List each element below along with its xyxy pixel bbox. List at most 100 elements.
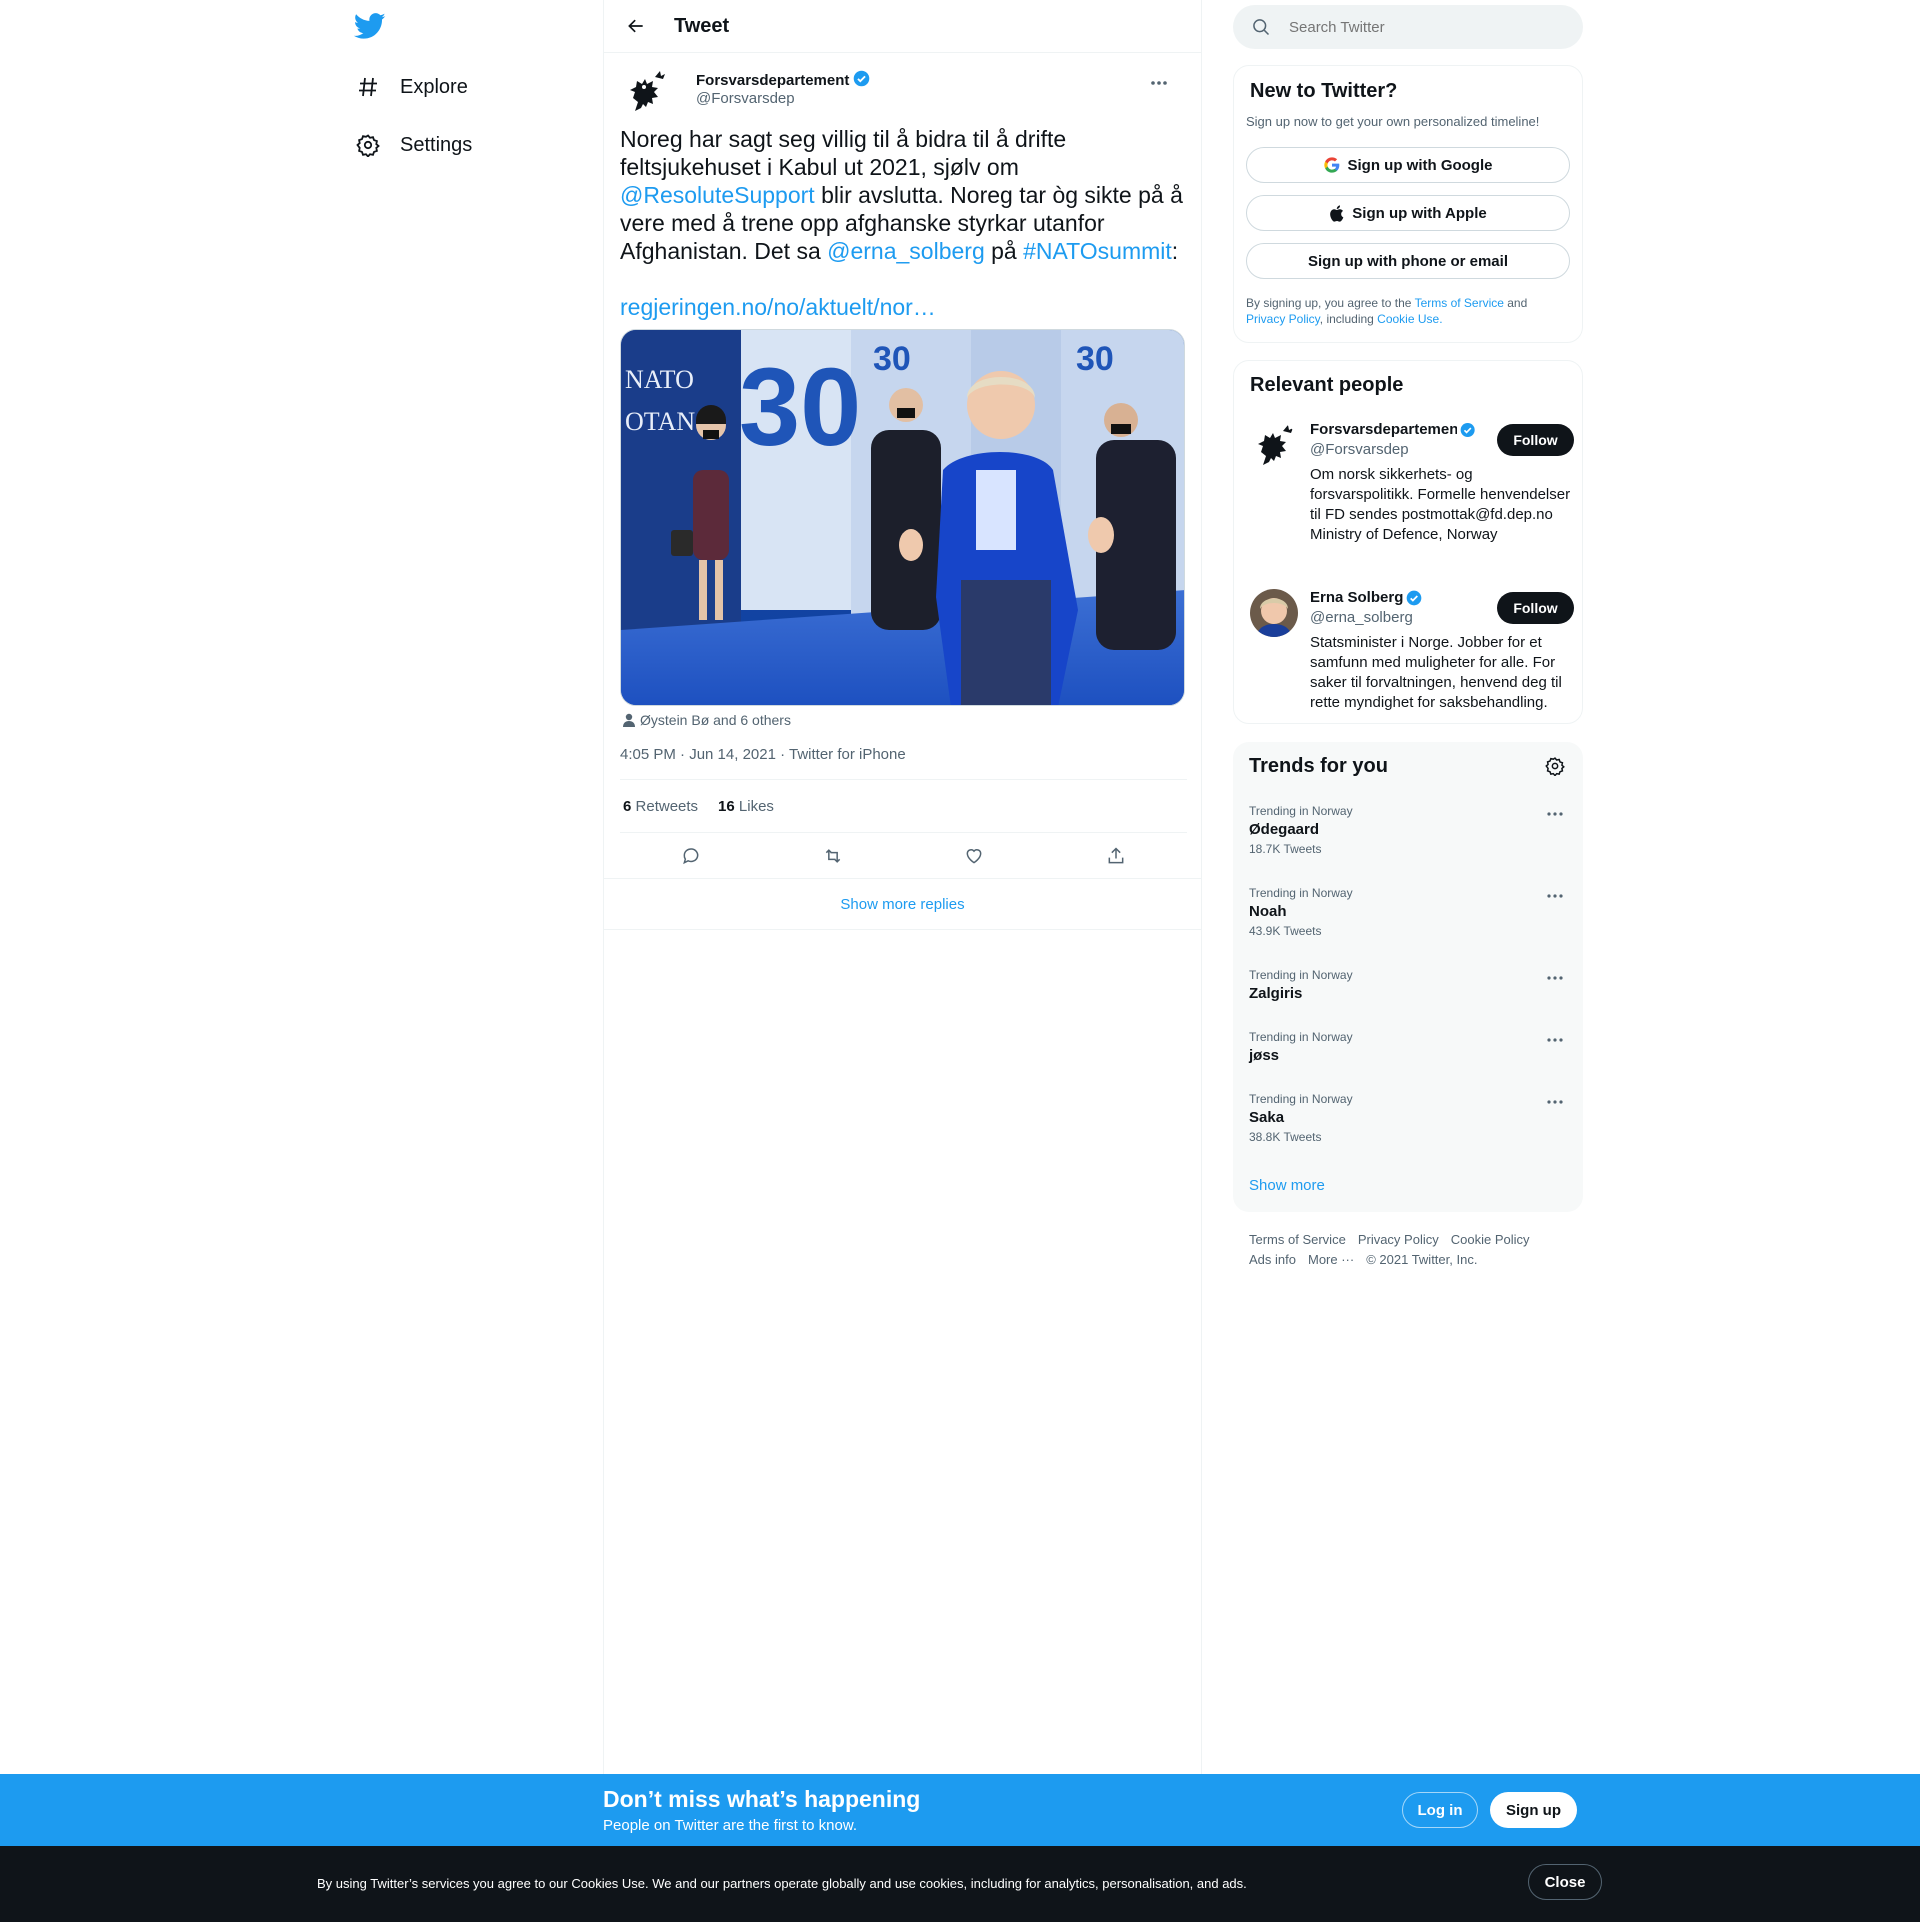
svg-text:30: 30 — [739, 346, 861, 469]
tweet-actions — [620, 832, 1187, 878]
verified-badge-icon — [853, 70, 870, 91]
trend-item[interactable]: Trending in Norway Saka 38.8K Tweets — [1249, 1092, 1567, 1144]
terms-link[interactable]: Terms of Service — [1415, 296, 1504, 310]
footer-privacy-link[interactable]: Privacy Policy — [1358, 1232, 1439, 1247]
person-icon — [623, 713, 635, 727]
main-column: Tweet Forsvarsdepartement @Forsvarsdep N… — [603, 0, 1202, 1774]
signup-phone-label: Sign up with phone or email — [1307, 252, 1508, 270]
mention-resolutesupport[interactable]: @ResoluteSupport — [620, 182, 815, 208]
more-options-icon[interactable] — [1147, 71, 1171, 95]
person-name-text: Forsvarsdepartement — [1310, 421, 1457, 438]
trend-item[interactable]: Trending in Norway Noah 43.9K Tweets — [1249, 886, 1567, 938]
follow-button[interactable]: Follow — [1497, 424, 1574, 456]
signup-phone-email-button[interactable]: Sign up with phone or email — [1246, 243, 1570, 279]
verified-badge-icon — [1460, 422, 1475, 437]
follow-button[interactable]: Follow — [1497, 592, 1574, 624]
trend-item[interactable]: Trending in Norway jøss — [1249, 1030, 1567, 1064]
retweets-count: 6 — [623, 797, 632, 815]
tweet-text-part: Noreg har sagt seg villig til å bidra ti… — [620, 126, 1067, 180]
trend-name: jøss — [1249, 1047, 1280, 1064]
signup-google-label: Sign up with Google — [1347, 156, 1493, 174]
more-options-icon[interactable] — [1543, 1092, 1567, 1112]
likes-count: 16 — [718, 797, 735, 815]
twitter-bird-icon[interactable] — [353, 10, 390, 46]
footer-cookie-link[interactable]: Cookie Policy — [1451, 1232, 1530, 1247]
gear-icon — [354, 131, 382, 159]
tweet-link-url[interactable]: regjeringen.no/no/aktuelt/nor… — [620, 293, 1190, 321]
signup-apple-label: Sign up with Apple — [1352, 204, 1487, 222]
banner-subtitle: People on Twitter are the first to know. — [603, 1817, 858, 1834]
tweet-header: Tweet — [604, 0, 1201, 53]
footer-links: Terms of Service Privacy Policy Cookie Pol… — [1249, 1230, 1579, 1270]
tagged-people[interactable]: Øystein Bø and 6 others — [620, 712, 1185, 728]
tweet-author-handle[interactable]: @Forsvarsdep — [696, 90, 795, 107]
login-button[interactable]: Log in — [1402, 1792, 1478, 1828]
nav-explore-label: Explore — [400, 75, 468, 98]
footer-terms-link[interactable]: Terms of Service — [1249, 1232, 1346, 1247]
nav-explore[interactable]: Explore — [354, 63, 468, 111]
cookie-close-button[interactable]: Close — [1528, 1864, 1602, 1900]
tweet-text-part: : — [1171, 238, 1179, 264]
footer-copyright: © 2021 Twitter, Inc. — [1366, 1252, 1478, 1267]
like-heart-icon[interactable] — [957, 839, 991, 873]
more-options-icon[interactable] — [1543, 1030, 1567, 1050]
apple-logo-icon — [1330, 204, 1344, 222]
new-to-twitter-subtitle: Sign up now to get your own personalized… — [1246, 114, 1540, 129]
privacy-link[interactable]: Privacy Policy — [1246, 312, 1320, 326]
google-logo-icon — [1323, 157, 1339, 173]
svg-text:OTAN: OTAN — [625, 407, 695, 436]
trend-name: Saka — [1249, 1109, 1285, 1126]
trends-title: Trends for you — [1249, 755, 1388, 777]
signup-apple-button[interactable]: Sign up with Apple — [1246, 195, 1570, 231]
tweet-photo[interactable]: NATO OTAN 30 30 30 — [620, 329, 1185, 706]
cookie-use-link[interactable]: Cookie Use — [1377, 312, 1439, 326]
gear-icon[interactable] — [1545, 756, 1567, 778]
retweets-stat[interactable]: 6 Retweets — [623, 798, 698, 815]
nav-settings-label: Settings — [400, 133, 473, 156]
lion-crest-avatar-icon[interactable] — [625, 67, 667, 115]
more-options-icon[interactable] — [1543, 804, 1567, 824]
trend-context: Trending in Norway — [1249, 886, 1353, 900]
trend-count: 38.8K Tweets — [1249, 1130, 1322, 1144]
more-options-icon[interactable] — [1543, 886, 1567, 906]
cookie-notice: By using Twitter’s services you agree to… — [0, 1846, 1920, 1922]
likes-stat[interactable]: 16 Likes — [718, 798, 774, 815]
lion-crest-avatar-icon[interactable] — [1250, 421, 1298, 469]
trends-show-more-link[interactable]: Show more — [1249, 1177, 1325, 1194]
svg-text:30: 30 — [873, 340, 911, 378]
erna-solberg-avatar[interactable] — [1250, 589, 1298, 637]
tweet-author-name[interactable]: Forsvarsdepartement — [696, 70, 870, 91]
person-handle[interactable]: @erna_solberg — [1310, 609, 1413, 626]
signup-google-button[interactable]: Sign up with Google — [1246, 147, 1570, 183]
signup-banner: Don’t miss what’s happening People on Tw… — [0, 1774, 1920, 1846]
reply-icon[interactable] — [674, 839, 708, 873]
page-title: Tweet — [674, 14, 730, 37]
signup-button[interactable]: Sign up — [1490, 1792, 1577, 1828]
person-name[interactable]: Erna Solberg — [1310, 589, 1422, 606]
search-icon — [1253, 19, 1270, 36]
hashtag-natosummit[interactable]: #NATOsummit — [1023, 238, 1172, 264]
search-input[interactable] — [1289, 18, 1549, 36]
footer-ads-link[interactable]: Ads info — [1249, 1252, 1296, 1267]
mention-erna-solberg[interactable]: @erna_solberg — [827, 238, 985, 264]
trend-context: Trending in Norway — [1249, 804, 1353, 818]
person-handle[interactable]: @Forsvarsdep — [1310, 441, 1409, 458]
search-bar[interactable] — [1233, 5, 1583, 49]
retweet-icon[interactable] — [816, 839, 850, 873]
show-more-replies-button[interactable]: Show more replies — [604, 878, 1201, 930]
legal-text: By signing up, you agree to the — [1246, 296, 1415, 310]
trends-box: Trends for you Trending in Norway Ødegaa… — [1233, 742, 1583, 1212]
retweets-label: Retweets — [635, 797, 699, 815]
footer-more-link[interactable]: More ··· — [1308, 1252, 1354, 1267]
trend-count: 43.9K Tweets — [1249, 924, 1322, 938]
tweet-timestamp[interactable]: 4:05 PM · Jun 14, 2021 · Twitter for iPh… — [620, 746, 1185, 763]
more-options-icon[interactable] — [1543, 968, 1567, 988]
trend-name: Noah — [1249, 903, 1287, 920]
trend-item[interactable]: Trending in Norway Ødegaard 18.7K Tweets — [1249, 804, 1567, 856]
back-arrow-icon[interactable] — [618, 8, 654, 44]
share-icon[interactable] — [1099, 839, 1133, 873]
nav-settings[interactable]: Settings — [354, 121, 472, 169]
signup-legal-text: By signing up, you agree to the Terms of… — [1246, 295, 1572, 327]
trend-item[interactable]: Trending in Norway Zalgiris — [1249, 968, 1567, 1002]
person-name[interactable]: Forsvarsdepartement — [1310, 421, 1475, 438]
